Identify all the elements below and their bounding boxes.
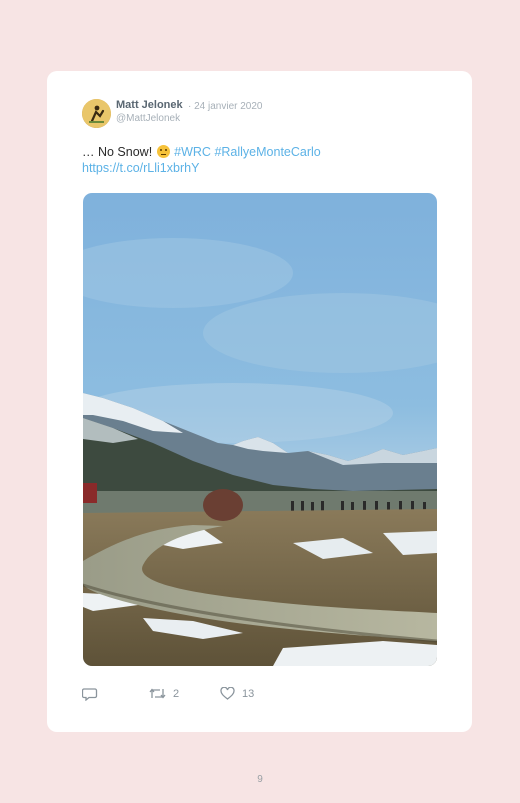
avatar[interactable] [82,99,111,128]
tweet-link[interactable]: https://t.co/rLli1xbrhY [82,160,442,176]
avatar-image [82,99,111,128]
heart-icon [220,687,235,700]
hashtag-wrc[interactable]: #WRC [174,145,211,159]
reply-button[interactable] [82,687,105,701]
retweet-count: 2 [173,687,180,700]
author-name[interactable]: Matt Jelonek [116,99,183,111]
tweet-card: Matt Jelonek · 24 janvier 2020 @MattJelo… [47,71,472,732]
page-number: 9 [257,774,263,785]
author-handle[interactable]: @MattJelonek [116,113,180,124]
tweet-date[interactable]: · 24 janvier 2020 [188,101,263,112]
like-count: 13 [242,687,255,700]
like-button[interactable]: 13 [220,687,254,700]
neutral-face-emoji-icon [156,145,170,158]
retweet-icon [149,688,166,699]
tweet-text-prefix: … No Snow! [82,145,153,159]
reply-icon [82,688,98,701]
tweet-actions: 2 13 [82,687,442,703]
tweet-photo[interactable] [83,193,437,666]
hashtag-rallye-monte-carlo[interactable]: #RallyeMonteCarlo [214,145,320,159]
mountain-rally-road-photo [83,193,437,666]
tweet-text: … No Snow! #WRC #RallyeMonteCarlo https:… [82,144,442,176]
retweet-button[interactable]: 2 [149,687,179,700]
